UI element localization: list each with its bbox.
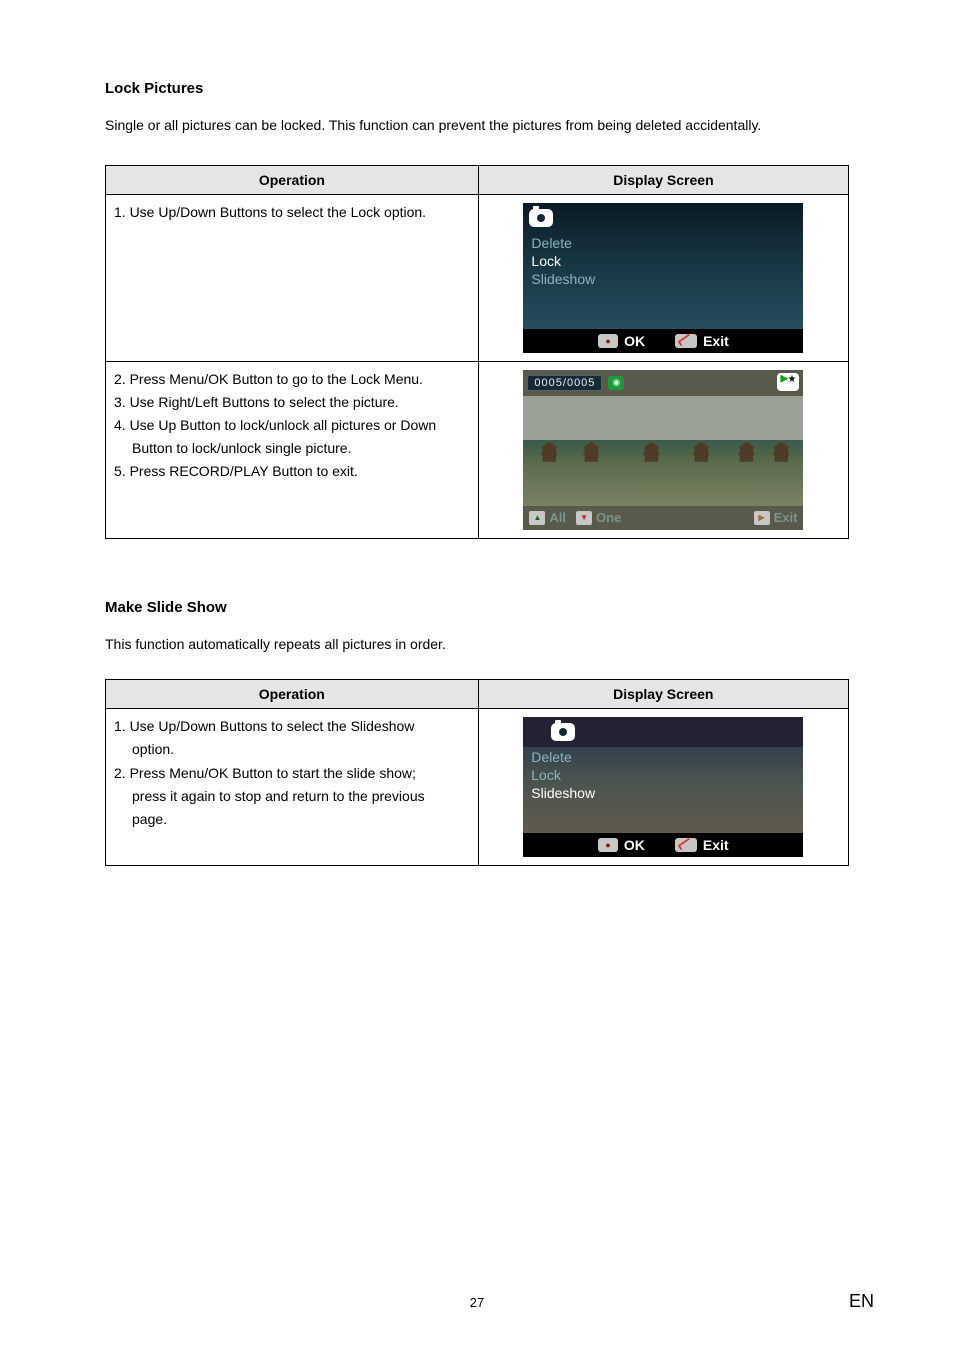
down-one-icon: ▼ [576, 511, 592, 525]
lock-step-1: 1. Use Up/Down Buttons to select the Loc… [106, 194, 479, 361]
lock-stamp-icon [777, 373, 799, 391]
lock-operations-table: Operation Display Screen 1. Use Up/Down … [105, 165, 849, 539]
slideshow-screen: Delete Lock Slideshow ●OK Exit [478, 709, 848, 866]
col-display-header: Display Screen [478, 165, 848, 194]
page-number: 27 [0, 1295, 954, 1310]
menu-delete: Delete [529, 234, 797, 252]
col-operation-header-2: Operation [106, 680, 479, 709]
slideshow-operations-table: Operation Display Screen 1. Use Up/Down … [105, 679, 849, 866]
lock-screen-1: Delete Lock Slideshow ●OK Exit [478, 194, 848, 361]
browse-footer: ▲All ▼One ▶Exit [523, 506, 803, 530]
menu-footer: ●OK Exit [523, 329, 803, 353]
play-badge-icon: ◉ [608, 376, 624, 390]
menu-lock: Lock [529, 766, 597, 784]
section-slideshow-description: This function automatically repeats all … [105, 634, 849, 656]
section-slideshow-title: Make Slide Show [105, 599, 849, 616]
camera-menu-mock: Delete Lock Slideshow ●OK Exit [523, 203, 803, 353]
photo-counter: 0005/0005 [527, 375, 602, 391]
col-display-header-2: Display Screen [478, 680, 848, 709]
menu-slideshow: Slideshow [529, 270, 797, 288]
menu-footer: ●OK Exit [523, 833, 803, 857]
up-all-icon: ▲ [529, 511, 545, 525]
col-operation-header: Operation [106, 165, 479, 194]
manual-page: Lock Pictures Single or all pictures can… [0, 0, 954, 1350]
ok-button-icon: ● [598, 334, 618, 348]
section-lock-description: Single or all pictures can be locked. Th… [105, 115, 849, 137]
menu-slideshow-highlighted: Slideshow [529, 784, 597, 802]
camera-icon [529, 209, 553, 227]
ok-button-icon: ● [598, 838, 618, 852]
menu-delete: Delete [529, 748, 597, 766]
menu-lock-highlighted: Lock [529, 252, 797, 270]
lock-screen-2: 0005/0005 ◉ ▲All ▼One ▶E [478, 361, 848, 538]
language-mark: EN [849, 1291, 874, 1312]
exit-button-icon [675, 334, 697, 348]
photo-thumbnail [523, 396, 803, 506]
slideshow-steps: 1. Use Up/Down Buttons to select the Sli… [106, 709, 479, 866]
slideshow-menu-mock: Delete Lock Slideshow ●OK Exit [523, 717, 803, 857]
exit-button-icon [675, 838, 697, 852]
exit-icon: ▶ [754, 511, 770, 525]
lock-steps-2-5: 2. Press Menu/OK Button to go to the Loc… [106, 361, 479, 538]
section-lock-title: Lock Pictures [105, 80, 849, 97]
camera-icon [551, 723, 575, 741]
photo-browse-mock: 0005/0005 ◉ ▲All ▼One ▶E [523, 370, 803, 530]
